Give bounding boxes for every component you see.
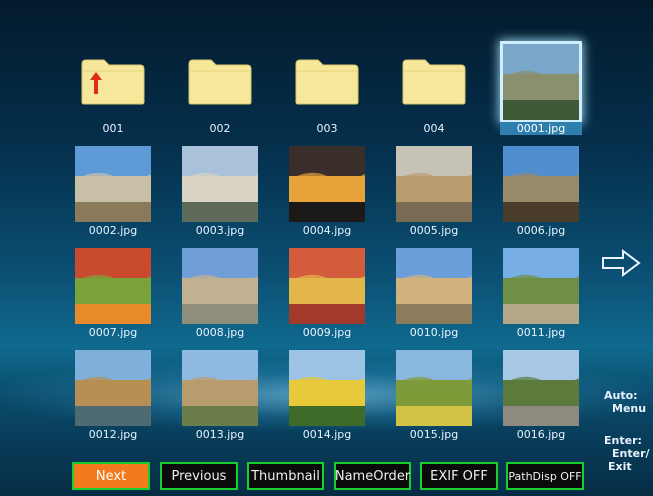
enter-value-1: Enter/	[612, 447, 650, 460]
previous-button[interactable]: Previous	[160, 462, 238, 490]
item-label: 0016.jpg	[516, 428, 566, 441]
folder-icon	[402, 59, 466, 105]
item-label: 0002.jpg	[88, 224, 138, 237]
nameorder-button[interactable]: NameOrder	[334, 462, 411, 490]
photo-item[interactable]: 0016.jpg	[500, 346, 582, 446]
photo-thumbnail	[289, 248, 365, 324]
photo-thumbnail	[396, 350, 472, 426]
photo-item[interactable]: 0002.jpg	[72, 142, 154, 242]
photo-item[interactable]: 0012.jpg	[72, 346, 154, 446]
exif-off-button[interactable]: EXIF OFF	[420, 462, 498, 490]
auto-title: Auto:	[604, 389, 638, 402]
photo-item[interactable]: 0003.jpg	[179, 142, 261, 242]
item-label: 001	[102, 122, 124, 135]
photo-item[interactable]: 0014.jpg	[286, 346, 368, 446]
enter-title: Enter:	[604, 434, 642, 447]
photo-thumbnail	[503, 44, 579, 120]
item-label: 0012.jpg	[88, 428, 138, 441]
auto-value: Menu	[612, 402, 647, 415]
photo-item[interactable]: 0015.jpg	[393, 346, 475, 446]
up-arrow-icon	[90, 72, 102, 94]
photo-thumbnail	[396, 146, 472, 222]
arrow-right-icon[interactable]	[601, 248, 641, 278]
photo-item[interactable]: 0006.jpg	[500, 142, 582, 242]
item-label: 004	[423, 122, 445, 135]
pathdisp-off-button[interactable]: PathDisp OFF	[506, 462, 584, 490]
folder-item[interactable]: 004	[393, 40, 475, 140]
photo-thumbnail	[182, 350, 258, 426]
bottom-toolbar: Next Previous Thumbnail NameOrder EXIF OFF Pa…	[72, 462, 592, 490]
thumbnail-button[interactable]: Thumbnail	[247, 462, 324, 490]
photo-thumbnail	[396, 248, 472, 324]
enter-value-2: Exit	[608, 460, 632, 473]
item-label: 0008.jpg	[195, 326, 245, 339]
item-label: 0005.jpg	[409, 224, 459, 237]
item-label: 0010.jpg	[409, 326, 459, 339]
folder-item[interactable]: 003	[286, 40, 368, 140]
photo-thumbnail	[182, 248, 258, 324]
enter-hint: Enter: Enter/ Exit	[604, 434, 650, 473]
folder-item[interactable]: 001	[72, 40, 154, 140]
item-label: 0001.jpg	[500, 122, 582, 135]
photo-item[interactable]: 0013.jpg	[179, 346, 261, 446]
folder-icon	[188, 59, 252, 105]
photo-thumbnail	[75, 248, 151, 324]
item-label: 002	[209, 122, 231, 135]
photo-thumbnail	[289, 350, 365, 426]
photo-thumbnail	[289, 146, 365, 222]
photo-thumbnail	[75, 350, 151, 426]
photo-item[interactable]: 0007.jpg	[72, 244, 154, 344]
photo-item[interactable]: 0011.jpg	[500, 244, 582, 344]
item-label: 0004.jpg	[302, 224, 352, 237]
item-label: 0015.jpg	[409, 428, 459, 441]
folder-item[interactable]: 002	[179, 40, 261, 140]
item-label: 0009.jpg	[302, 326, 352, 339]
item-label: 003	[316, 122, 338, 135]
photo-item[interactable]: 0010.jpg	[393, 244, 475, 344]
photo-thumbnail	[503, 146, 579, 222]
item-label: 0013.jpg	[195, 428, 245, 441]
thumbnail-grid: 001 002 003 004 0001.jpg 0002.jpg 0003.jpg 0004…	[72, 40, 592, 450]
item-label: 0014.jpg	[302, 428, 352, 441]
photo-thumbnail	[182, 146, 258, 222]
next-button[interactable]: Next	[72, 462, 150, 490]
photo-item[interactable]: 0004.jpg	[286, 142, 368, 242]
photo-thumbnail	[503, 248, 579, 324]
photo-thumbnail	[503, 350, 579, 426]
photo-thumbnail	[75, 146, 151, 222]
item-label: 0011.jpg	[516, 326, 566, 339]
photo-item[interactable]: 0009.jpg	[286, 244, 368, 344]
auto-hint: Auto: Menu	[604, 389, 646, 415]
item-label: 0007.jpg	[88, 326, 138, 339]
photo-item[interactable]: 0008.jpg	[179, 244, 261, 344]
item-label: 0006.jpg	[516, 224, 566, 237]
photo-item[interactable]: 0005.jpg	[393, 142, 475, 242]
photo-item[interactable]: 0001.jpg	[500, 40, 582, 140]
folder-icon	[295, 59, 359, 105]
item-label: 0003.jpg	[195, 224, 245, 237]
